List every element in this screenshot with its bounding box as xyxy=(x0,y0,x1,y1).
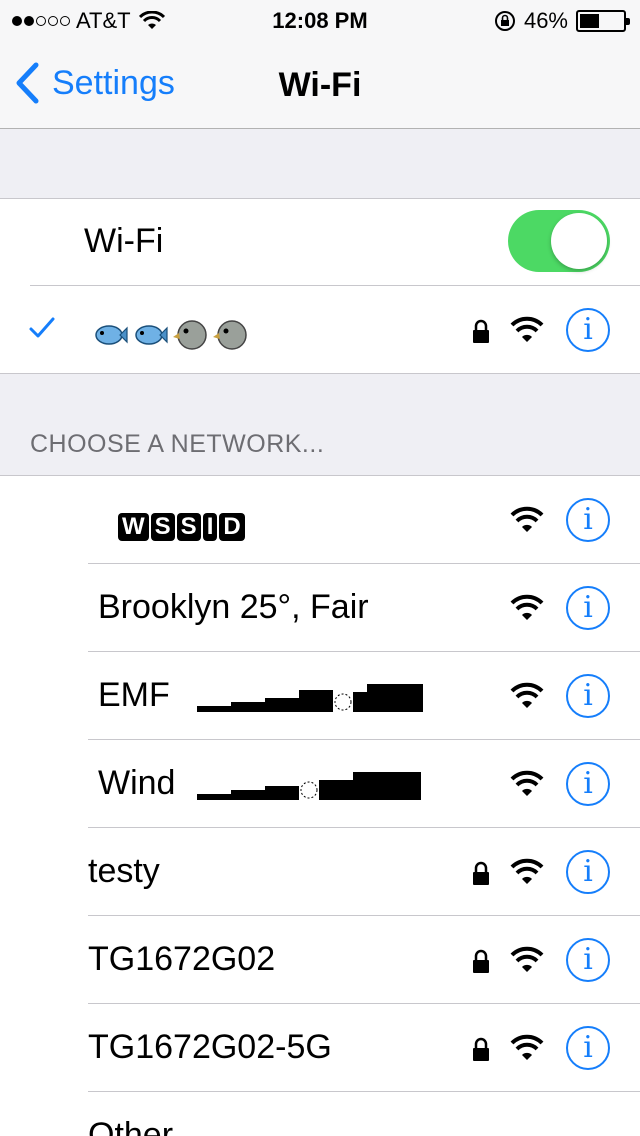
status-right: 46% xyxy=(494,8,630,34)
network-row[interactable]: EMF i xyxy=(0,652,640,740)
wifi-signal-icon xyxy=(510,858,544,884)
network-name: Other... xyxy=(88,1116,200,1136)
network-name: Wind xyxy=(98,764,176,802)
info-button[interactable]: i xyxy=(566,674,610,718)
navigation-bar: Settings Wi-Fi xyxy=(0,40,640,129)
lock-icon xyxy=(473,861,489,885)
wifi-signal-icon xyxy=(510,770,544,796)
fish-icon xyxy=(135,325,168,345)
checkmark-icon xyxy=(29,317,55,338)
battery-icon xyxy=(576,10,630,32)
network-row[interactable]: TG1672G02-5G i xyxy=(0,1004,640,1092)
bar-graphic-icon xyxy=(196,772,421,801)
network-name: TG1672G02-5G xyxy=(88,1028,332,1066)
wifi-signal-icon xyxy=(510,316,544,342)
wifi-toggle-label: Wi-Fi xyxy=(84,222,164,260)
network-name: Brooklyn 25°, Fair xyxy=(98,588,369,626)
connected-network-name xyxy=(92,314,252,353)
info-button[interactable]: i xyxy=(566,1026,610,1070)
network-row-other[interactable]: Other... xyxy=(0,1092,640,1136)
lock-icon xyxy=(473,949,489,973)
fish-icon xyxy=(95,325,128,345)
info-button[interactable]: i xyxy=(566,498,610,542)
battery-percent: 46% xyxy=(523,8,568,33)
wifi-signal-icon xyxy=(510,682,544,708)
status-bar: AT&T 12:08 PM 46% xyxy=(0,0,640,40)
network-row[interactable]: testy i xyxy=(0,828,640,916)
network-name-group: EMF xyxy=(98,676,424,715)
section-header: CHOOSE A NETWORK... xyxy=(30,430,325,458)
boxed-network-name: WSSID xyxy=(118,513,245,541)
rotation-lock-icon xyxy=(494,11,515,31)
network-row[interactable]: TG1672G02 i xyxy=(0,916,640,1004)
network-name: EMF xyxy=(98,676,170,714)
bar-graphic-icon xyxy=(197,684,424,713)
wifi-signal-icon xyxy=(510,946,544,972)
network-row[interactable]: WSSID i xyxy=(0,476,640,564)
network-name: testy xyxy=(88,852,160,890)
page-title: Wi-Fi xyxy=(278,66,362,104)
info-button[interactable]: i xyxy=(566,308,610,352)
info-button[interactable]: i xyxy=(566,762,610,806)
info-button[interactable]: i xyxy=(566,586,610,630)
network-name-group: Wind xyxy=(98,764,421,803)
wifi-toggle-switch[interactable] xyxy=(508,210,610,272)
bird-icon xyxy=(213,320,247,350)
lock-icon xyxy=(473,319,489,343)
network-row[interactable]: Wind i xyxy=(0,740,640,828)
network-row[interactable]: Brooklyn 25°, Fair i xyxy=(0,564,640,652)
connected-network-row[interactable]: i xyxy=(0,286,640,374)
lock-icon xyxy=(473,1037,489,1061)
wifi-signal-icon xyxy=(510,1034,544,1060)
wifi-signal-icon xyxy=(510,506,544,532)
network-name: TG1672G02 xyxy=(88,940,276,978)
network-name: WSSID xyxy=(118,504,245,543)
wifi-signal-icon xyxy=(510,594,544,620)
bird-icon xyxy=(173,320,207,350)
info-button[interactable]: i xyxy=(566,850,610,894)
info-button[interactable]: i xyxy=(566,938,610,982)
